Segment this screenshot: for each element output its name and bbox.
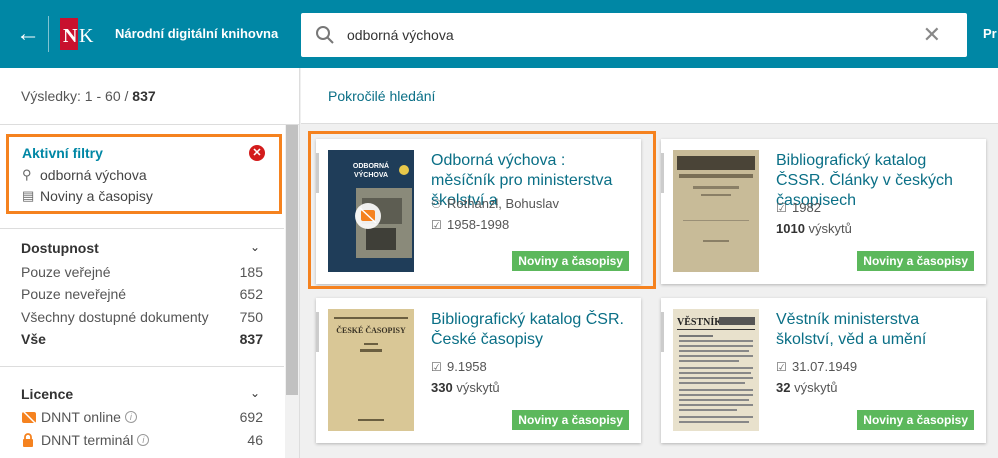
- filter-query[interactable]: ⚲ odborná výchova: [22, 167, 147, 183]
- cover-thumbnail[interactable]: ČESKÉ ČASOPISY: [328, 309, 414, 431]
- card-accent: [661, 153, 664, 193]
- active-filters-panel: Aktivní filtry ✕ ⚲ odborná výchova ▤ Nov…: [6, 134, 282, 214]
- card-title[interactable]: Věstník ministerstva školství, věd a umě…: [776, 310, 976, 350]
- results-total: 837: [132, 88, 156, 104]
- advanced-search-link[interactable]: Pokročilé hledání: [328, 88, 435, 104]
- card-date: ☑ 9.1958: [431, 359, 487, 374]
- chevron-down-icon[interactable]: ⌄: [250, 386, 260, 400]
- search-bar[interactable]: odborná výchova ✕: [301, 13, 967, 57]
- card-hits-label: výskytů: [790, 380, 838, 395]
- chevron-down-icon[interactable]: ⌄: [250, 240, 260, 254]
- highlight-frame: [308, 131, 656, 289]
- facet-item-label: DNNT online: [41, 409, 121, 425]
- filter-doctype-label: Noviny a časopisy: [40, 188, 153, 204]
- divider: [0, 366, 284, 367]
- info-icon[interactable]: i: [137, 434, 150, 446]
- filter-sidebar: Výsledky: 1 - 60 / 837 Aktivní filtry ✕ …: [0, 68, 300, 458]
- facet-item-label: Pouze veřejné: [21, 264, 111, 280]
- back-arrow-icon[interactable]: ←: [14, 20, 42, 48]
- brand-name[interactable]: Národní digitální knihovna: [115, 26, 278, 41]
- facet-item[interactable]: Pouze neveřejné 652: [21, 286, 263, 302]
- facet-item-label: DNNT terminál: [41, 432, 134, 448]
- card-accent: [316, 312, 319, 352]
- filter-query-label: odborná výchova: [40, 167, 147, 183]
- facet-availability-title[interactable]: Dostupnost: [21, 240, 99, 256]
- card-hits-label: výskytů: [452, 380, 500, 395]
- facet-item-label: Všechny dostupné dokumenty: [21, 309, 209, 325]
- search-icon: [316, 26, 334, 44]
- facet-item-count: 750: [239, 309, 263, 325]
- facet-item[interactable]: Pouze veřejné 185: [21, 264, 263, 280]
- card-hits: 330 výskytů: [431, 380, 500, 395]
- search-icon: ⚲: [22, 167, 32, 182]
- card-date: ☑ 1982: [776, 200, 821, 215]
- svg-text:N: N: [63, 25, 78, 47]
- facet-item[interactable]: Všechny dostupné dokumenty 750: [21, 309, 263, 325]
- results-count: Výsledky: 1 - 60 / 837: [21, 88, 156, 104]
- facet-item[interactable]: DNNT terminál i 46: [21, 432, 263, 448]
- doctype-badge: Noviny a časopisy: [512, 410, 629, 430]
- svg-text:K: K: [79, 25, 94, 47]
- card-accent: [661, 312, 664, 352]
- card-date-value: 9.1958: [447, 359, 487, 374]
- card-title[interactable]: Bibliografický katalog ČSR. České časopi…: [431, 310, 631, 350]
- sidebar-scrollbar-thumb[interactable]: [286, 125, 298, 395]
- doctype-badge: Noviny a časopisy: [857, 251, 974, 271]
- cover-thumbnail[interactable]: VĚSTNÍK: [673, 309, 759, 431]
- card-hits-count: 32: [776, 380, 791, 395]
- card-hits-count: 330: [431, 380, 453, 395]
- card-hits-label: výskytů: [804, 221, 852, 236]
- divider: [0, 228, 284, 229]
- ndk-logo-icon[interactable]: N K: [60, 18, 96, 50]
- facet-item[interactable]: DNNT online i 692: [21, 409, 263, 425]
- card-hits: 32 výskytů: [776, 380, 837, 395]
- facet-item-count: 46: [247, 432, 263, 448]
- facet-item-count: 692: [239, 409, 263, 425]
- facet-item[interactable]: Vše 837: [21, 331, 263, 347]
- svg-text:VĚSTNÍK: VĚSTNÍK: [677, 316, 722, 328]
- app-header: ← N K Národní digitální knihovna odborná…: [0, 0, 998, 68]
- facet-item-count: 185: [239, 264, 263, 280]
- facet-item-label: Pouze neveřejné: [21, 286, 127, 302]
- active-filters-title: Aktivní filtry: [22, 145, 103, 161]
- facet-item-count: 652: [239, 286, 263, 302]
- clear-search-icon[interactable]: ✕: [923, 24, 941, 46]
- header-divider: [48, 16, 49, 52]
- divider: [0, 124, 300, 125]
- card-date-value: 1982: [792, 200, 821, 215]
- clear-filters-icon[interactable]: ✕: [249, 145, 265, 161]
- filter-doctype[interactable]: ▤ Noviny a časopisy: [22, 188, 153, 204]
- calendar-icon: ☑: [431, 359, 442, 374]
- svg-text:ČESKÉ ČASOPISY: ČESKÉ ČASOPISY: [336, 325, 406, 335]
- card-date: ☑ 31.07.1949: [776, 359, 857, 374]
- facet-license-title[interactable]: Licence: [21, 386, 73, 402]
- calendar-icon: ☑: [776, 359, 787, 374]
- newspaper-icon: ▤: [22, 188, 35, 203]
- doctype-badge: Noviny a časopisy: [857, 410, 974, 430]
- info-icon[interactable]: i: [124, 411, 137, 423]
- search-input[interactable]: odborná výchova: [347, 27, 454, 43]
- header-menu-item[interactable]: Pr: [983, 26, 997, 41]
- results-toolbar: Pokročilé hledání: [301, 68, 998, 124]
- facet-item-label: Vše: [21, 331, 46, 347]
- card-date-value: 31.07.1949: [792, 359, 858, 374]
- result-card[interactable]: Bibliografický katalog ČSSR. Články v če…: [661, 139, 986, 284]
- cover-thumbnail[interactable]: [673, 150, 759, 272]
- card-hits: 1010 výskytů: [776, 221, 852, 236]
- dnnt-online-icon: [22, 410, 36, 424]
- card-hits-count: 1010: [776, 221, 805, 236]
- calendar-icon: ☑: [776, 200, 787, 215]
- results-range: Výsledky: 1 - 60 /: [21, 88, 133, 104]
- lock-icon: [23, 433, 33, 447]
- facet-item-count: 837: [239, 331, 263, 347]
- result-card[interactable]: ČESKÉ ČASOPISY Bibliografický katalog ČS…: [316, 298, 641, 443]
- result-card[interactable]: VĚSTNÍK Věstník ministerstva školství, v…: [661, 298, 986, 443]
